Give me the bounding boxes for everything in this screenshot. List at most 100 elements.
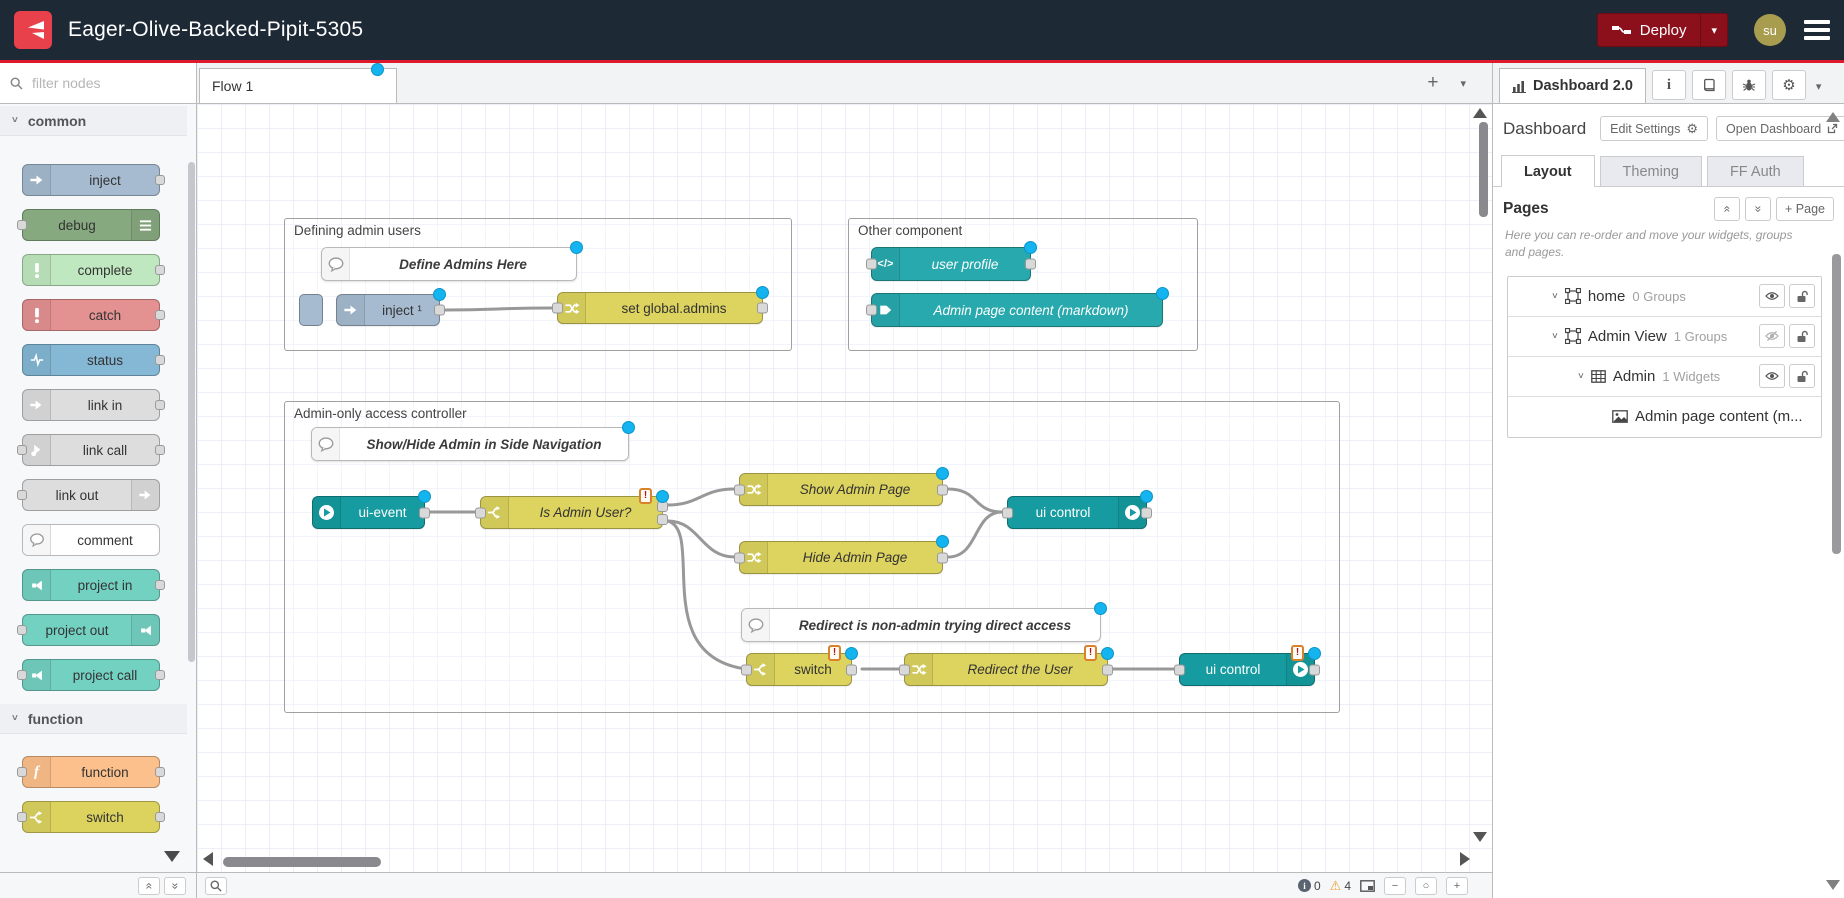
node-ui-control-2[interactable]: ! ui control xyxy=(1179,653,1315,686)
palette-node-complete[interactable]: complete xyxy=(22,254,160,286)
sidebar-scrollbar-thumb[interactable] xyxy=(1832,254,1841,554)
node-admin-page-content[interactable]: Admin page content (markdown) xyxy=(871,293,1163,327)
port-out[interactable] xyxy=(155,445,165,455)
palette-node-catch[interactable]: catch xyxy=(22,299,160,331)
flow-canvas[interactable]: Defining admin users Other component Adm… xyxy=(197,104,1492,872)
tab-theming[interactable]: Theming xyxy=(1600,156,1702,186)
unlock-icon-button[interactable] xyxy=(1789,284,1815,308)
unlock-icon-button[interactable] xyxy=(1789,364,1815,388)
sidebar-scroll-down-arrow[interactable] xyxy=(1826,880,1840,890)
add-flow-button[interactable]: + xyxy=(1427,72,1438,94)
expand-all-pages-button[interactable]: » xyxy=(1745,197,1771,221)
palette-node-debug[interactable]: debug xyxy=(22,209,160,241)
palette-filter-input[interactable] xyxy=(30,74,170,92)
node-inject[interactable]: inject ¹ xyxy=(336,294,440,326)
port-in[interactable] xyxy=(552,303,563,314)
port-in[interactable] xyxy=(1002,507,1013,518)
port-in[interactable] xyxy=(475,507,486,518)
visibility-toggle-button[interactable] xyxy=(1759,284,1785,308)
comment-node-show-hide-admin[interactable]: Show/Hide Admin in Side Navigation xyxy=(311,427,629,461)
port-in[interactable] xyxy=(17,490,27,500)
port-in[interactable] xyxy=(17,812,27,822)
port-out-2[interactable] xyxy=(657,514,668,525)
port-out[interactable] xyxy=(846,664,857,675)
comment-node-redirect[interactable]: Redirect is non-admin trying direct acce… xyxy=(741,608,1101,642)
palette-node-link-call[interactable]: link call xyxy=(22,434,160,466)
node-is-admin-user[interactable]: ! Is Admin User? xyxy=(480,496,663,529)
port-in[interactable] xyxy=(866,305,877,316)
port-in[interactable] xyxy=(734,484,745,495)
palette-expand-all-button[interactable]: » xyxy=(164,877,186,895)
port-in[interactable] xyxy=(17,767,27,777)
visibility-hidden-toggle-button[interactable] xyxy=(1759,324,1785,348)
zoom-in-button[interactable]: + xyxy=(1446,877,1468,895)
port-in[interactable] xyxy=(17,670,27,680)
palette-node-link-out[interactable]: link out xyxy=(22,479,160,511)
port-in[interactable] xyxy=(741,664,752,675)
open-dashboard-button[interactable]: Open Dashboard xyxy=(1716,116,1844,141)
node-show-admin-page[interactable]: Show Admin Page xyxy=(739,473,943,506)
flow-list-caret[interactable]: ▾ xyxy=(1460,77,1466,90)
sidebar-tab-info[interactable]: i xyxy=(1652,70,1686,100)
tab-ff-auth[interactable]: FF Auth xyxy=(1707,156,1804,186)
sidebar-tab-dashboard[interactable]: Dashboard 2.0 xyxy=(1499,68,1646,103)
port-out[interactable] xyxy=(155,265,165,275)
sidebar-tab-config[interactable]: ⚙ xyxy=(1772,70,1806,100)
port-out[interactable] xyxy=(155,812,165,822)
collapse-all-pages-button[interactable]: « xyxy=(1714,197,1740,221)
port-in[interactable] xyxy=(17,625,27,635)
port-in[interactable] xyxy=(866,259,877,270)
node-switch[interactable]: ! switch xyxy=(746,653,852,686)
add-page-button[interactable]: + Page xyxy=(1776,197,1834,221)
port-out[interactable] xyxy=(419,507,430,518)
port-out[interactable] xyxy=(155,310,165,320)
zoom-reset-button[interactable]: ○ xyxy=(1415,877,1437,895)
port-in[interactable] xyxy=(17,220,27,230)
tab-layout[interactable]: Layout xyxy=(1501,155,1595,187)
tree-row-home[interactable]: ˅ home 0 Groups xyxy=(1508,277,1821,317)
visibility-toggle-button[interactable] xyxy=(1759,364,1785,388)
node-hide-admin-page[interactable]: Hide Admin Page xyxy=(739,541,943,574)
port-in[interactable] xyxy=(734,552,745,563)
palette-node-link-in[interactable]: link in xyxy=(22,389,160,421)
port-in[interactable] xyxy=(17,445,27,455)
sidebar-tab-debug[interactable] xyxy=(1732,70,1766,100)
port-out[interactable] xyxy=(434,305,445,316)
sidebar-tab-list-caret[interactable]: ▾ xyxy=(1816,80,1822,93)
node-redirect-the-user[interactable]: ! Redirect the User xyxy=(904,653,1108,686)
port-out[interactable] xyxy=(155,580,165,590)
sidebar-tab-help[interactable] xyxy=(1692,70,1726,100)
sidebar-scroll-up-arrow[interactable] xyxy=(1826,112,1840,122)
info-count[interactable]: i 0 xyxy=(1298,879,1321,893)
port-out[interactable] xyxy=(155,767,165,777)
palette-node-comment[interactable]: comment xyxy=(22,524,160,556)
palette-category-common[interactable]: ˅ common xyxy=(0,106,187,136)
palette-node-project-in[interactable]: project in xyxy=(22,569,160,601)
port-in[interactable] xyxy=(899,664,910,675)
palette-node-function[interactable]: f function xyxy=(22,756,160,788)
edit-settings-button[interactable]: Edit Settings ⚙ xyxy=(1600,116,1708,141)
main-menu-button[interactable] xyxy=(1804,20,1830,40)
node-set-global-admins[interactable]: set global.admins xyxy=(557,292,763,324)
palette-collapse-all-button[interactable]: « xyxy=(138,877,160,895)
palette-node-project-out[interactable]: project out xyxy=(22,614,160,646)
palette-scrollbar-thumb[interactable] xyxy=(188,162,195,662)
port-out[interactable] xyxy=(757,303,768,314)
port-out[interactable] xyxy=(155,355,165,365)
unlock-icon-button[interactable] xyxy=(1789,324,1815,348)
minimap-toggle-button[interactable] xyxy=(1360,880,1375,892)
flow-tab[interactable]: Flow 1 xyxy=(199,68,397,103)
tree-row-admin-group[interactable]: ˅ Admin 1 Widgets xyxy=(1508,357,1821,397)
deploy-options-caret[interactable]: ▾ xyxy=(1700,14,1727,46)
palette-category-function[interactable]: ˅ function xyxy=(0,704,187,734)
canvas-search-button[interactable] xyxy=(205,877,227,895)
port-out[interactable] xyxy=(937,552,948,563)
port-in[interactable] xyxy=(1174,664,1185,675)
node-ui-control-1[interactable]: ui control xyxy=(1007,496,1147,529)
tree-row-admin-widget[interactable]: Admin page content (m... xyxy=(1508,397,1821,437)
port-out[interactable] xyxy=(937,484,948,495)
tree-row-admin-view[interactable]: ˅ Admin View 1 Groups xyxy=(1508,317,1821,357)
deploy-button[interactable]: Deploy xyxy=(1598,14,1701,46)
port-out[interactable] xyxy=(155,175,165,185)
palette-node-status[interactable]: status xyxy=(22,344,160,376)
